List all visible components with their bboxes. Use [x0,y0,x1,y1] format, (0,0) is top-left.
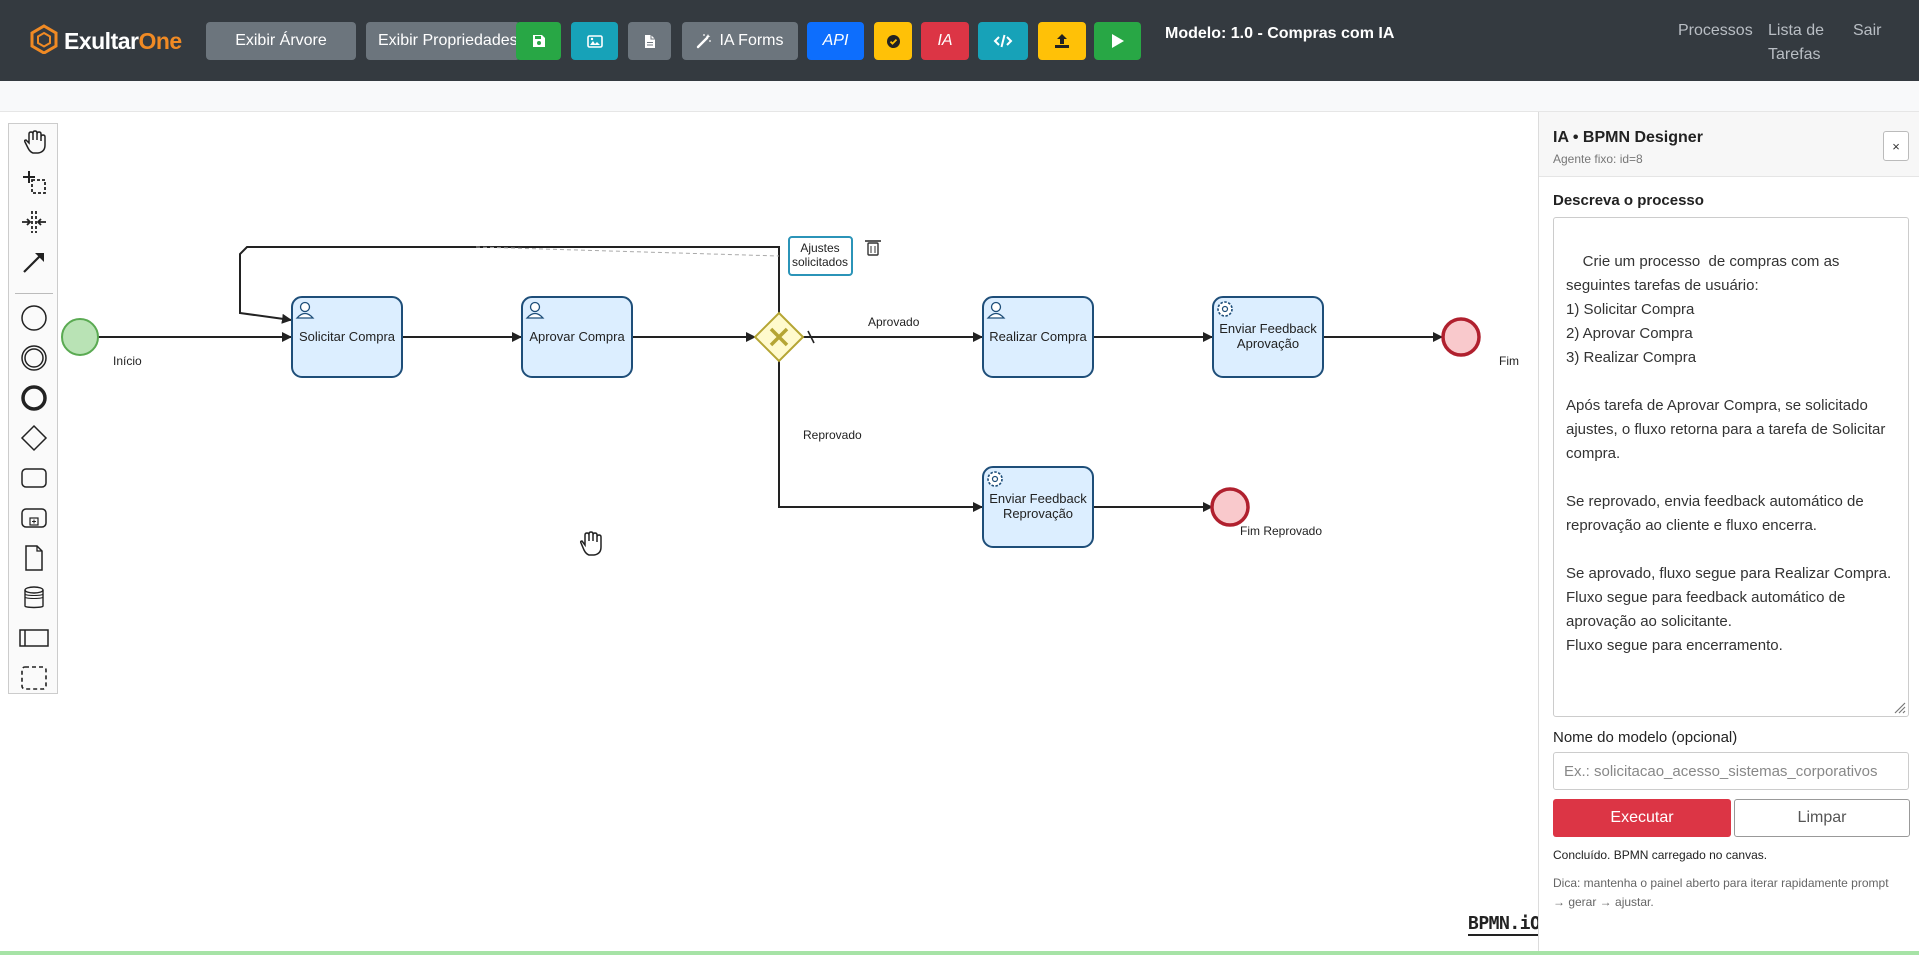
task-realizar-compra[interactable]: Realizar Compra [982,296,1094,378]
nav-task-list-line2: Tarefas [1768,46,1821,63]
service-task-gear-icon [1217,301,1233,317]
document-button[interactable] [628,22,671,60]
end-event[interactable] [1441,317,1481,357]
file-icon [644,34,655,48]
process-description-textarea[interactable]: Crie um processo de compras com as segui… [1553,217,1909,717]
status-message: Concluído. BPMN carregado no canvas. [1553,848,1768,862]
nav-task-list-link[interactable]: Lista de Tarefas [1768,19,1824,67]
model-name-input[interactable] [1553,752,1909,790]
ia-button[interactable]: IA [921,22,969,60]
hand-tool-icon[interactable] [19,127,49,157]
data-store-tool-icon[interactable] [19,583,49,613]
nav-logout-link[interactable]: Sair [1853,19,1881,43]
task-feedback-reprovacao-label-2: Reprovação [1003,506,1073,521]
connect-tool-icon[interactable] [19,247,49,277]
top-navbar: ExultarOne Exibir Árvore Exibir Propried… [0,0,1919,81]
lasso-tool-icon[interactable] [19,167,49,197]
flow-adjust-label-connector [475,246,780,257]
execute-button[interactable]: Executar [1553,799,1731,837]
upload-button[interactable] [1038,22,1086,60]
validate-button[interactable] [874,22,912,60]
bpmn-canvas[interactable]: Início Solicitar Compra Aprovar Compra A… [0,112,1541,955]
task-solicitar-compra[interactable]: Solicitar Compra [291,296,403,378]
exclusive-gateway[interactable] [753,311,805,363]
adjustments-label-line1: Ajustes [800,241,839,255]
code-button[interactable] [978,22,1028,60]
resize-handle-icon[interactable] [1892,700,1906,714]
tool-palette [8,123,58,694]
group-tool-icon[interactable] [19,663,49,693]
gateway-tool-icon[interactable] [19,423,49,453]
save-button[interactable] [516,22,561,60]
app-logo[interactable]: ExultarOne [30,24,182,59]
space-tool-icon[interactable] [19,207,49,237]
data-object-tool-icon[interactable] [19,543,49,573]
end-event-label: Fim [1499,354,1519,368]
show-properties-button[interactable]: Exibir Propriedades [366,22,520,60]
panel-subtitle: Agente fixo: id=8 [1553,152,1643,166]
model-name-label: Nome do modelo (opcional) [1553,729,1738,746]
adjustments-label-box[interactable]: Ajustes solicitados [788,236,853,276]
code-icon [993,34,1013,48]
api-button[interactable]: API [807,22,864,60]
logo-text-part1: Exultar [64,28,139,54]
task-solicitar-compra-label: Solicitar Compra [299,329,396,344]
trash-icon[interactable] [865,240,881,256]
bpmn-diagram[interactable]: Início Solicitar Compra Aprovar Compra A… [0,112,1538,955]
task-feedback-aprovacao-label-1: Enviar Feedback [1219,321,1317,336]
clear-button[interactable]: Limpar [1734,799,1910,837]
sub-toolbar [0,81,1919,112]
start-event-tool-icon[interactable] [19,303,49,333]
nav-task-list-line1: Lista de [1768,22,1825,39]
bpmn-io-watermark[interactable]: BPMN.iO [1468,914,1541,936]
flow-rejected-label: Reprovado [803,428,862,442]
palette-separator [15,293,53,294]
export-image-button[interactable] [571,22,618,60]
logo-text-part2: One [138,28,182,54]
show-tree-button[interactable]: Exibir Árvore [206,22,356,60]
bottom-accent-line [0,951,1919,955]
close-panel-button[interactable]: × [1883,131,1909,161]
end-event-rejected-label: Fim Reprovado [1240,524,1322,538]
end-event-rejected[interactable] [1210,487,1250,527]
nav-processes-link[interactable]: Processos [1678,19,1753,43]
panel-header: IA • BPMN Designer Agente fixo: id=8 × [1539,112,1919,177]
run-button[interactable] [1094,22,1141,60]
image-icon [586,34,603,48]
pool-tool-icon[interactable] [19,623,49,653]
ai-designer-panel: IA • BPMN Designer Agente fixo: id=8 × D… [1538,112,1919,955]
task-tool-icon[interactable] [19,463,49,493]
task-aprovar-compra-label: Aprovar Compra [529,329,625,344]
task-feedback-aprovacao-label-2: Aprovação [1237,336,1299,351]
logo-hex-icon [30,24,58,59]
task-realizar-compra-label: Realizar Compra [989,329,1087,344]
ia-forms-label: IA Forms [719,32,784,49]
task-feedback-aprovacao[interactable]: Enviar Feedback Aprovação [1212,296,1324,378]
magic-wand-icon [697,34,712,49]
task-aprovar-compra[interactable]: Aprovar Compra [521,296,633,378]
process-description-text: Crie um processo de compras com as segui… [1566,253,1892,654]
task-feedback-reprovacao-label-1: Enviar Feedback [989,491,1087,506]
start-event[interactable] [61,318,99,356]
describe-process-label: Descreva o processo [1553,192,1704,209]
subprocess-tool-icon[interactable] [19,503,49,533]
adjustments-label-line2: solicitados [792,255,848,269]
end-event-tool-icon[interactable] [19,383,49,413]
start-event-label: Início [113,354,142,368]
flow-approved-label: Aprovado [868,315,920,329]
logo-text: ExultarOne [64,28,182,55]
save-icon [532,35,545,47]
intermediate-event-tool-icon[interactable] [19,343,49,373]
play-icon [1111,34,1124,48]
model-title: Modelo: 1.0 - Compras com IA [1165,25,1395,42]
check-circle-icon [886,34,900,48]
hand-cursor-icon [579,531,602,556]
panel-title: IA • BPMN Designer [1553,129,1703,146]
ia-forms-button[interactable]: IA Forms [682,22,798,60]
show-properties-label: Exibir Propriedades [378,32,518,49]
upload-icon [1055,34,1069,48]
task-feedback-reprovacao[interactable]: Enviar Feedback Reprovação [982,466,1094,548]
service-task-gear-icon [987,471,1003,487]
hint-text: Dica: mantenha o painel aberto para iter… [1553,876,1889,909]
